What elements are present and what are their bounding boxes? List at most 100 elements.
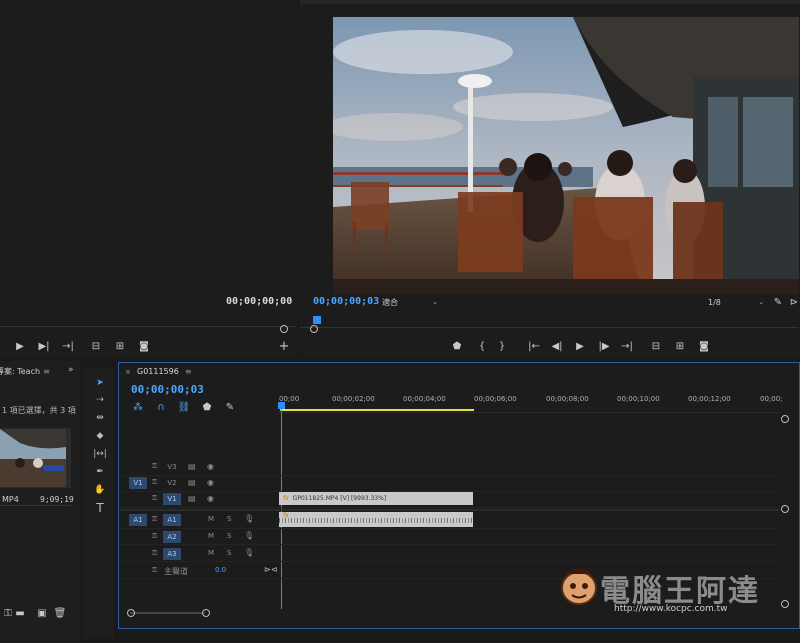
timeline-hscroll-track[interactable]	[130, 612, 205, 614]
panel-menu-icon[interactable]: ≡	[43, 367, 50, 376]
lock-icon[interactable]: ⚿	[152, 549, 158, 557]
sequence-tab[interactable]: G0111596 ≡	[137, 367, 192, 376]
lift-icon: ⊟	[651, 340, 661, 352]
go-to-in-button[interactable]: |←	[526, 339, 542, 353]
extract-button[interactable]: ⊞	[672, 339, 688, 353]
track-label-v2[interactable]: V2	[163, 477, 181, 489]
play-button-program[interactable]: ▶	[572, 339, 588, 353]
snap-button[interactable]: ∩	[153, 400, 169, 414]
wrench-icon: ✎	[773, 296, 783, 308]
film-icon[interactable]: ▤	[188, 494, 196, 503]
add-button-source[interactable]: +	[276, 339, 292, 354]
lock-icon[interactable]: ⚿	[152, 566, 158, 574]
microphone-icon[interactable]: 🎙	[244, 548, 254, 557]
timeline-hscroll-left[interactable]	[127, 609, 135, 617]
export-frame-button-source[interactable]: ◙	[136, 339, 152, 353]
audio-clip[interactable]: fx	[279, 512, 473, 527]
program-video-frame	[333, 17, 799, 294]
source-scrub-bar[interactable]	[0, 316, 296, 327]
play-button-source[interactable]: ▶	[12, 339, 28, 353]
video-clip[interactable]: fx GP011825.MP4 [V] [9993.33%]	[279, 492, 473, 505]
project-clip-thumbnail[interactable]	[0, 428, 71, 488]
nest-toggle-button[interactable]: ⁂	[130, 400, 146, 414]
lock-icon[interactable]: ⚿	[152, 532, 158, 540]
track-label-v1[interactable]: V1	[163, 493, 181, 505]
microphone-icon[interactable]: 🎙	[244, 531, 254, 540]
settings-button-program[interactable]: ✎	[770, 295, 786, 309]
lock-icon[interactable]: ⚿	[152, 478, 158, 486]
source-patch-a1[interactable]: A1	[129, 514, 147, 526]
add-marker-button[interactable]: ⬟	[449, 339, 465, 353]
audio-waveform	[279, 518, 473, 523]
timeline-playhead-head[interactable]	[278, 402, 285, 409]
film-icon[interactable]: ▤	[188, 478, 196, 487]
razor-tool[interactable]: ◆	[90, 428, 110, 444]
timeline-close-icon[interactable]: ×	[125, 368, 131, 376]
track-select-tool[interactable]: ⇢	[90, 392, 110, 408]
eye-icon[interactable]: ◉	[207, 478, 214, 487]
film-icon[interactable]: ▤	[188, 462, 196, 471]
track-label-v3[interactable]: V3	[163, 461, 181, 473]
go-to-out-button[interactable]: →|	[619, 339, 635, 353]
selection-tool[interactable]: ➤	[90, 375, 110, 391]
type-tool[interactable]: T	[90, 500, 110, 516]
program-scrub-bar[interactable]	[300, 313, 798, 328]
lock-icon[interactable]: ⚿	[152, 515, 158, 523]
lock-icon[interactable]: ⚿	[152, 494, 158, 502]
mute-button-a2[interactable]: M	[208, 532, 214, 540]
program-playhead-marker[interactable]	[313, 316, 321, 324]
work-area-bar[interactable]	[280, 409, 474, 411]
ripple-edit-tool[interactable]: ⇹	[90, 410, 110, 426]
slip-tool[interactable]: |↔|	[90, 446, 110, 462]
pen-tool[interactable]: ✒	[90, 464, 110, 480]
solo-button-a3[interactable]: S	[227, 549, 231, 557]
track-label-a3[interactable]: A3	[163, 548, 181, 560]
lock-icon[interactable]: ⚿	[152, 462, 158, 470]
mute-button-a3[interactable]: M	[208, 549, 214, 557]
export-frame-button[interactable]: ◙	[696, 339, 712, 353]
step-back-button[interactable]: ◀|	[549, 339, 565, 353]
step-forward-button-source[interactable]: ▶|	[36, 339, 52, 353]
ruler-tick-label: 00;00;	[760, 395, 783, 403]
microphone-icon[interactable]: 🎙	[244, 514, 254, 523]
mark-out-button[interactable]: }	[494, 339, 510, 353]
source-playhead-handle[interactable]	[280, 325, 288, 333]
timeline-settings-button[interactable]: ✎	[222, 400, 238, 414]
add-marker-timeline-button[interactable]: ⬟	[199, 400, 215, 414]
fit-dropdown[interactable]: 適合 ⌄	[382, 296, 438, 308]
delete-button[interactable]: 🗑	[52, 606, 68, 620]
hand-tool[interactable]: ✋	[90, 482, 110, 498]
timeline-hscroll-right[interactable]	[202, 609, 210, 617]
master-volume-value[interactable]: 0.0	[215, 566, 226, 574]
mark-in-button[interactable]: {	[474, 339, 490, 353]
timeline-timecode[interactable]: 00;00;00;03	[131, 383, 204, 396]
resolution-dropdown[interactable]: 1/8 ⌄	[708, 296, 764, 308]
new-bin-button[interactable]: ▬	[12, 606, 28, 620]
track-label-a1[interactable]: A1	[163, 514, 181, 526]
timeline-vscroll-bottom[interactable]	[781, 505, 789, 513]
panel-menu-icon[interactable]: ≡	[185, 367, 192, 376]
step-forward-button[interactable]: |▶	[596, 339, 612, 353]
program-timecode[interactable]: 00;00;00;03	[313, 296, 379, 307]
timeline-audio-vscroll-bottom[interactable]	[781, 600, 789, 608]
source-timecode[interactable]: 00;00;00;00	[226, 296, 292, 307]
track-label-a2[interactable]: A2	[163, 531, 181, 543]
new-item-button[interactable]: ▣	[34, 606, 50, 620]
go-to-out-button-source[interactable]: →|	[60, 339, 76, 353]
source-patch-v1[interactable]: V1	[129, 477, 147, 489]
timeline-vscroll-top[interactable]	[781, 415, 789, 423]
overwrite-button-source[interactable]: ⊞	[112, 339, 128, 353]
solo-button-a2[interactable]: S	[227, 532, 231, 540]
mute-button-a1[interactable]: M	[208, 515, 214, 523]
project-panel-title[interactable]: 專案: Teach	[0, 366, 40, 377]
go-to-end-icon[interactable]: ⊳⊲	[264, 565, 277, 574]
panel-expand-button[interactable]: »	[68, 365, 74, 375]
program-playhead-handle[interactable]	[310, 325, 318, 333]
panel-menu-button-program[interactable]: ⊳	[786, 295, 800, 309]
linked-selection-button[interactable]: ⛓	[176, 400, 192, 414]
eye-icon[interactable]: ◉	[207, 462, 214, 471]
insert-button-source[interactable]: ⊟	[88, 339, 104, 353]
lift-button[interactable]: ⊟	[648, 339, 664, 353]
eye-icon[interactable]: ◉	[207, 494, 214, 503]
solo-button-a1[interactable]: S	[227, 515, 231, 523]
